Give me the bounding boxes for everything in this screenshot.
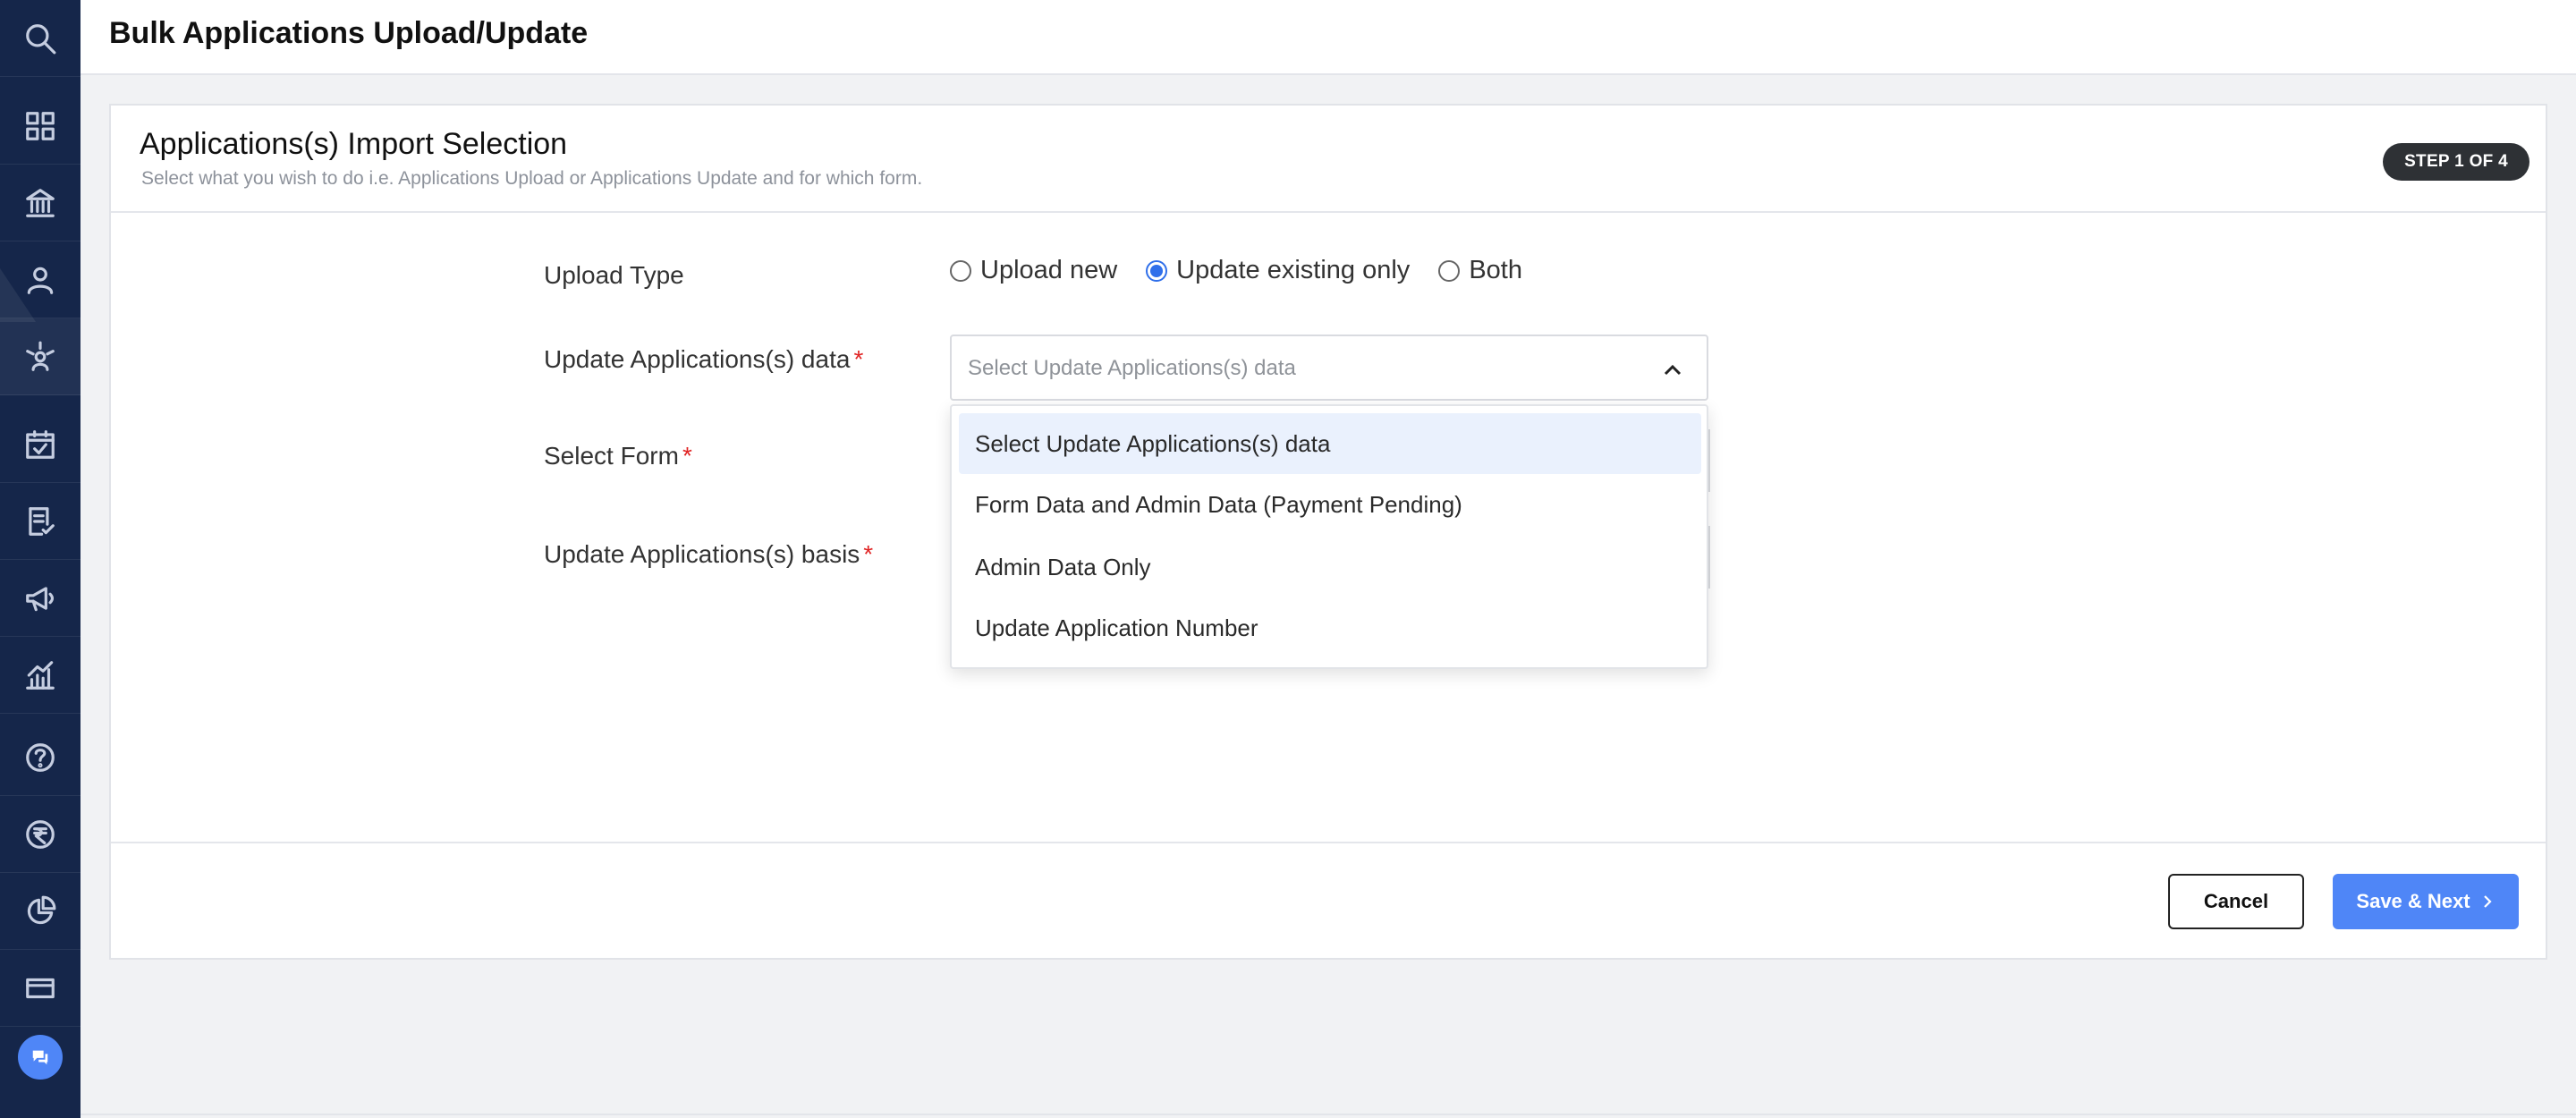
upload-type-label: Upload Type <box>544 261 684 289</box>
update-data-dropdown: Select Update Applications(s) data Form … <box>950 404 1708 669</box>
cancel-button[interactable]: Cancel <box>2168 874 2304 929</box>
radio-upload-new-label: Upload new <box>980 256 1118 284</box>
save-next-label: Save & Next <box>2356 890 2470 912</box>
dropdown-option[interactable]: Select Update Applications(s) data <box>959 413 1701 474</box>
rupee-icon[interactable] <box>0 796 80 873</box>
checklist-icon[interactable] <box>0 483 80 560</box>
sidebar <box>0 0 80 1118</box>
select-form-label: Select Form * <box>544 442 692 470</box>
update-data-placeholder: Select Update Applications(s) data <box>968 356 1296 380</box>
step-badge: STEP 1 OF 4 <box>2383 143 2529 181</box>
update-basis-label: Update Applications(s) basis * <box>544 540 874 568</box>
dropdown-option[interactable]: Admin Data Only <box>959 537 1701 597</box>
megaphone-icon[interactable] <box>0 560 80 637</box>
update-data-select[interactable]: Select Update Applications(s) data <box>950 335 1708 401</box>
chevron-right-icon <box>2483 895 2492 908</box>
chevron-up-icon[interactable] <box>1662 360 1683 381</box>
page-bottom-divider <box>80 1114 2576 1115</box>
card-subtitle: Select what you wish to do i.e. Applicat… <box>141 168 923 189</box>
required-mark: * <box>863 540 874 568</box>
save-next-button[interactable]: Save & Next <box>2333 874 2519 929</box>
card-header: Applications(s) Import Selection Select … <box>111 106 2546 213</box>
calendar-check-icon[interactable] <box>0 406 80 483</box>
sidebar-active-marker <box>0 268 36 322</box>
help-icon[interactable] <box>0 719 80 796</box>
card-title: Applications(s) Import Selection <box>140 127 568 161</box>
radio-upload-new[interactable]: Upload new <box>950 256 1117 285</box>
required-mark: * <box>853 345 864 373</box>
radio-both-dot[interactable] <box>1438 259 1461 282</box>
institution-icon[interactable] <box>0 165 80 241</box>
page-title: Bulk Applications Upload/Update <box>109 16 589 50</box>
radio-update-existing-label: Update existing only <box>1176 256 1411 284</box>
pie-chart-icon[interactable] <box>0 873 80 950</box>
card-footer: Cancel Save & Next <box>111 842 2546 958</box>
radio-update-existing-dot[interactable] <box>1146 259 1168 282</box>
import-selection-card: Applications(s) Import Selection Select … <box>109 104 2547 960</box>
radio-upload-new-dot[interactable] <box>950 259 971 282</box>
upload-type-radio-group: Upload new Update existing only Both <box>950 256 1551 285</box>
search-icon[interactable] <box>0 0 80 77</box>
analytics-icon[interactable] <box>0 637 80 714</box>
top-header: Bulk Applications Upload/Update <box>80 0 2576 75</box>
dropdown-option[interactable]: Update Application Number <box>959 597 1701 658</box>
network-icon[interactable] <box>0 318 80 395</box>
required-mark: * <box>682 442 692 470</box>
card-icon[interactable] <box>0 950 80 1027</box>
chat-icon[interactable] <box>18 1035 63 1080</box>
radio-both[interactable]: Both <box>1438 256 1522 285</box>
update-data-label: Update Applications(s) data * <box>544 345 864 373</box>
radio-update-existing[interactable]: Update existing only <box>1146 256 1410 285</box>
dropdown-option[interactable]: Form Data and Admin Data (Payment Pendin… <box>959 474 1701 535</box>
dashboard-icon[interactable] <box>0 88 80 165</box>
radio-both-label: Both <box>1469 256 1522 284</box>
